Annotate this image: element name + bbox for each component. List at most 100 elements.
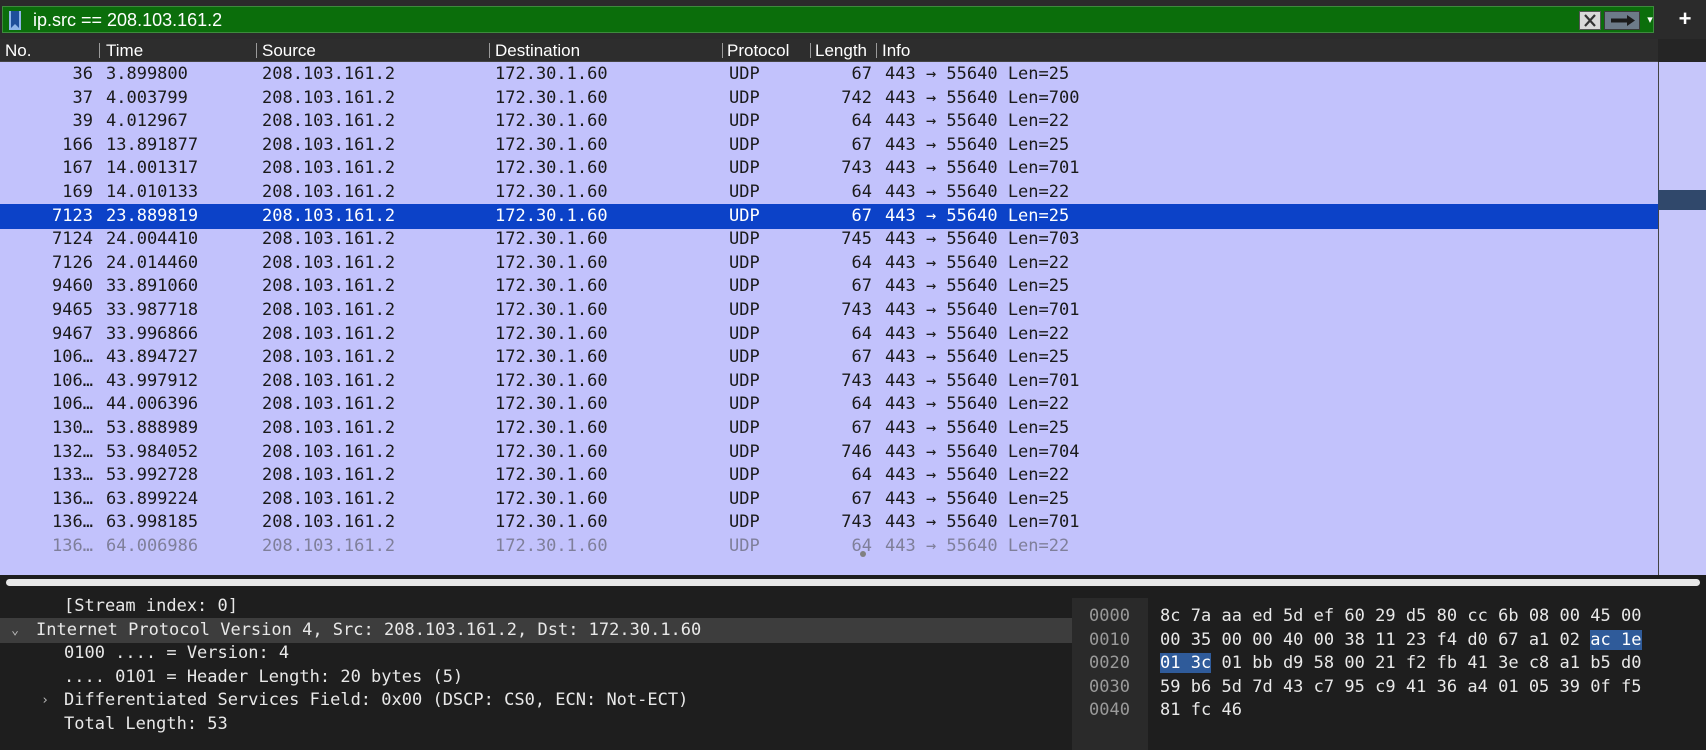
column-header-destination[interactable]: Destination [490, 39, 722, 62]
column-header-protocol[interactable]: Protocol [722, 39, 811, 62]
hex-byte[interactable]: 00 [1160, 630, 1180, 650]
hex-byte[interactable]: 21 [1375, 653, 1395, 673]
hex-byte[interactable]: f4 [1437, 630, 1457, 650]
display-filter-input[interactable]: ip.src == 208.103.161.2 ▾ [2, 6, 1654, 33]
packet-row[interactable]: 106… 43.894727 208.103.161.2 172.30.1.60 UDP… [0, 345, 1658, 371]
column-header-length[interactable]: Length [810, 39, 875, 62]
detail-tree-item[interactable]: [Stream index: 0] [0, 598, 1072, 619]
hex-byte[interactable]: a1 [1529, 630, 1549, 650]
hex-byte[interactable]: d0 [1621, 653, 1641, 673]
filter-text[interactable]: ip.src == 208.103.161.2 [33, 9, 222, 31]
packet-row[interactable]: 7124 24.004410 208.103.161.2 172.30.1.60 UDP… [0, 227, 1658, 253]
hex-byte[interactable]: c7 [1314, 677, 1334, 697]
bytes-row[interactable]: 0020 01 3c 01 bb d9 58 00 21 f2 fb 41 3e … [1084, 651, 1706, 676]
pane-splitter-handle[interactable] [860, 551, 866, 557]
hex-byte[interactable]: 00 [1621, 606, 1641, 626]
collapse-arrow-icon[interactable]: › [38, 688, 52, 713]
hex-byte[interactable]: 80 [1437, 606, 1457, 626]
hex-byte[interactable]: 00 [1560, 606, 1580, 626]
hex-byte[interactable]: 02 [1560, 630, 1580, 650]
hex-byte[interactable]: ef [1314, 606, 1334, 626]
scrollbar-thumb[interactable] [6, 579, 1700, 586]
packet-row[interactable]: 136… 63.899224 208.103.161.2 172.30.1.60 UDP… [0, 487, 1658, 513]
hex-byte[interactable]: 35 [1191, 630, 1211, 650]
column-header-no[interactable]: No. [0, 39, 98, 62]
bytes-row[interactable]: 0010 00 35 00 00 40 00 38 11 23 f4 d0 67 … [1084, 628, 1706, 653]
hex-byte[interactable]: 5d [1221, 677, 1241, 697]
packet-list-scrollbar[interactable] [1658, 39, 1706, 590]
packet-row[interactable]: 136… 63.998185 208.103.161.2 172.30.1.60 UDP… [0, 510, 1658, 536]
hex-byte[interactable]: f2 [1406, 653, 1426, 673]
packet-row[interactable]: 7123 23.889819 208.103.161.2 172.30.1.60 UDP… [0, 203, 1658, 230]
hex-byte[interactable]: 23 [1406, 630, 1426, 650]
hex-byte[interactable]: 29 [1375, 606, 1395, 626]
hex-byte[interactable]: b6 [1191, 677, 1211, 697]
packet-row[interactable]: 133… 53.992728 208.103.161.2 172.30.1.60 UDP… [0, 463, 1658, 489]
hex-byte[interactable]: 60 [1344, 606, 1364, 626]
column-separator[interactable] [99, 43, 100, 58]
packet-row[interactable]: 130… 53.888989 208.103.161.2 172.30.1.60 UDP… [0, 416, 1658, 442]
bytes-row[interactable]: 0040 81 fc 46 [1084, 698, 1706, 723]
packet-row[interactable]: 169 14.010133 208.103.161.2 172.30.1.60 UDP 6… [0, 180, 1658, 206]
packet-row[interactable]: 106… 43.997912 208.103.161.2 172.30.1.60 UDP… [0, 369, 1658, 395]
hex-byte[interactable]: a4 [1467, 677, 1487, 697]
hex-byte[interactable]: d9 [1283, 653, 1303, 673]
hex-byte[interactable]: 0f [1590, 677, 1610, 697]
packet-row[interactable]: 166 13.891877 208.103.161.2 172.30.1.60 UDP 6… [0, 133, 1658, 159]
hex-byte[interactable]: 67 [1498, 630, 1518, 650]
apply-filter-arrow-icon[interactable] [1604, 11, 1640, 30]
hex-byte[interactable]: ed [1252, 606, 1272, 626]
hex-byte[interactable]: 00 [1221, 630, 1241, 650]
scrollbar-thumb[interactable] [1658, 190, 1706, 210]
hex-byte[interactable]: 6b [1498, 606, 1518, 626]
column-header-time[interactable]: Time [101, 39, 256, 62]
packet-row[interactable]: 132… 53.984052 208.103.161.2 172.30.1.60 UDP… [0, 440, 1658, 466]
detail-tree-item[interactable]: 0100 .... = Version: 4 [0, 641, 1072, 666]
bytes-hex[interactable]: 01 3c 01 bb d9 58 00 21 f2 fb 41 3e c8 a… [1160, 651, 1642, 676]
packet-row[interactable]: 39 4.012967 208.103.161.2 172.30.1.60 UDP 64 4… [0, 109, 1658, 135]
detail-tree-item[interactable]: .... 0101 = Header Length: 20 bytes (5) [0, 665, 1072, 690]
hex-byte[interactable]: b5 [1590, 653, 1610, 673]
pane-divider[interactable] [1072, 598, 1084, 750]
hex-byte[interactable]: aa [1221, 606, 1241, 626]
packet-row[interactable]: 106… 44.006396 208.103.161.2 172.30.1.60 UDP… [0, 392, 1658, 418]
hex-byte[interactable]: 41 [1467, 653, 1487, 673]
packet-row[interactable]: 9465 33.987718 208.103.161.2 172.30.1.60 UDP… [0, 298, 1658, 324]
hex-byte[interactable]: 59 [1160, 677, 1180, 697]
bookmark-icon[interactable] [9, 11, 21, 30]
clear-filter-icon[interactable] [1579, 11, 1601, 30]
bytes-row[interactable]: 0030 59 b6 5d 7d 43 c7 95 c9 41 36 a4 01 … [1084, 675, 1706, 700]
hex-byte[interactable]: 01 [1221, 653, 1241, 673]
scrollbar-track[interactable] [1658, 62, 1706, 575]
bytes-hex[interactable]: 8c 7a aa ed 5d ef 60 29 d5 80 cc 6b 08 0… [1160, 604, 1642, 629]
hex-byte[interactable]: 39 [1560, 677, 1580, 697]
hex-byte[interactable]: d0 [1467, 630, 1487, 650]
hex-byte[interactable]: 3e [1498, 653, 1518, 673]
hex-byte[interactable]: 41 [1406, 677, 1426, 697]
detail-tree-item[interactable]: ⌄ Internet Protocol Version 4, Src: 208.1… [0, 617, 1072, 643]
detail-tree-item[interactable]: Total Length: 53 [0, 712, 1072, 737]
hex-byte[interactable]: 08 [1529, 606, 1549, 626]
plus-icon[interactable]: + [1672, 4, 1698, 34]
packet-row[interactable]: 36 3.899800 208.103.161.2 172.30.1.60 UDP 67 4… [0, 62, 1658, 88]
packet-row[interactable]: 9467 33.996866 208.103.161.2 172.30.1.60 UDP… [0, 322, 1658, 348]
hex-byte[interactable]: 7d [1252, 677, 1272, 697]
hex-byte[interactable]: 00 [1252, 630, 1272, 650]
hex-byte[interactable]: 11 [1375, 630, 1395, 650]
horizontal-scrollbar[interactable] [0, 575, 1706, 590]
hex-byte[interactable]: 40 [1283, 630, 1303, 650]
hex-byte[interactable]: 36 [1437, 677, 1457, 697]
bytes-row[interactable]: 00 00 8c 7a aa ed 5d ef 60 29 d5 80 cc 6b … [1084, 604, 1706, 629]
hex-byte[interactable]: 8c [1160, 606, 1180, 626]
hex-byte[interactable]: bb [1252, 653, 1272, 673]
hex-byte[interactable]: fb [1437, 653, 1457, 673]
hex-byte[interactable]: d5 [1406, 606, 1426, 626]
bytes-hex[interactable]: 81 fc 46 [1160, 698, 1242, 723]
hex-byte[interactable]: 38 [1344, 630, 1364, 650]
hex-byte[interactable]: 01 [1160, 653, 1181, 673]
hex-byte[interactable]: 81 [1160, 700, 1180, 720]
hex-byte[interactable]: 3c [1190, 653, 1212, 673]
packet-row[interactable]: 9460 33.891060 208.103.161.2 172.30.1.60 UDP… [0, 274, 1658, 300]
packet-row[interactable]: 136… 64.006986 208.103.161.2 172.30.1.60 UDP… [0, 534, 1658, 560]
hex-byte[interactable]: 95 [1344, 677, 1364, 697]
